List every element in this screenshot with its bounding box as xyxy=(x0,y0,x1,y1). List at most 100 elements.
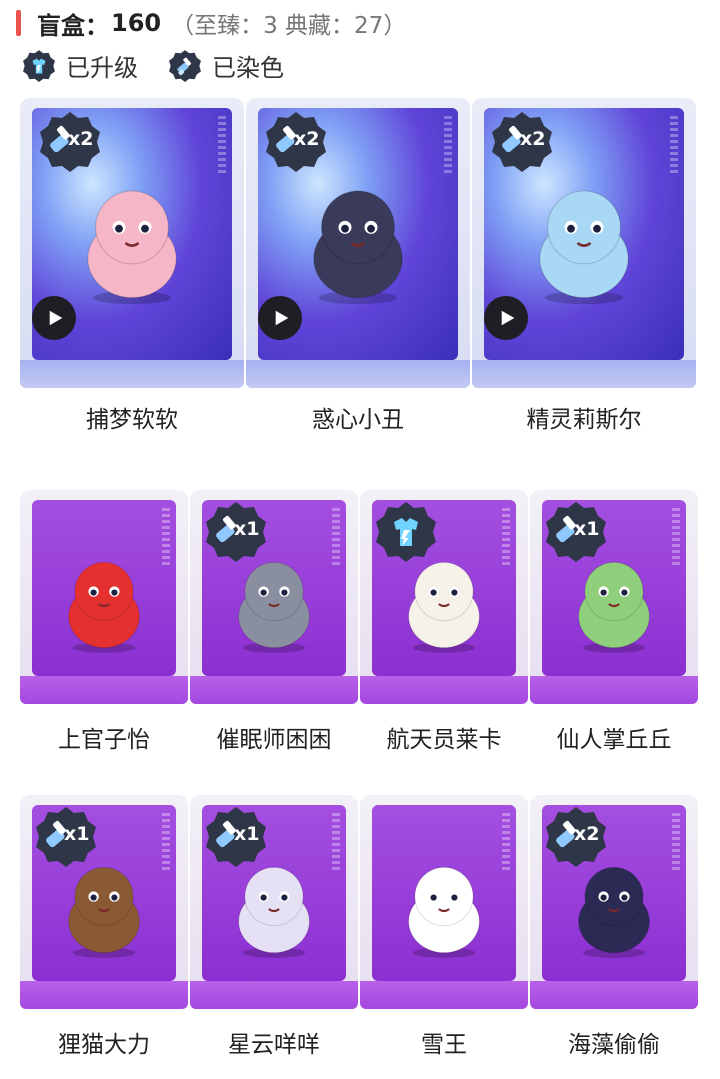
character-figure xyxy=(519,178,649,308)
character-figure xyxy=(222,552,326,656)
character-figure-art xyxy=(238,866,310,958)
case-side-label xyxy=(502,508,510,568)
play-button[interactable] xyxy=(258,296,302,340)
play-icon xyxy=(501,310,515,326)
character-figure xyxy=(392,552,496,656)
play-icon xyxy=(49,310,63,326)
badge-legend: 已升级 已染色 xyxy=(22,48,314,83)
character-name: 海藻偷偷 xyxy=(568,1032,660,1058)
collection-card[interactable] xyxy=(360,490,528,704)
collection-card[interactable]: x2 xyxy=(530,795,698,1009)
case-floor xyxy=(20,360,244,388)
collection-card[interactable]: x1 xyxy=(190,795,358,1009)
character-figure-art xyxy=(87,190,177,305)
character-figure-art xyxy=(539,190,629,305)
blind-box-label: 盲盒： xyxy=(37,11,109,40)
case-floor xyxy=(472,360,696,388)
play-icon xyxy=(275,310,289,326)
badge-quantity: x1 xyxy=(64,823,90,845)
case-floor xyxy=(360,981,528,1009)
case-side-label xyxy=(670,116,678,176)
character-figure-art xyxy=(408,561,480,653)
character-figure xyxy=(222,857,326,961)
character-figure xyxy=(52,857,156,961)
case-floor xyxy=(20,676,188,704)
legend-dyed: 已染色 xyxy=(168,48,284,83)
dyed-badge: x2 xyxy=(544,805,608,869)
character-name: 催眠师困困 xyxy=(216,727,332,753)
badge-quantity: x2 xyxy=(520,128,546,150)
dyed-badge: x1 xyxy=(204,500,268,564)
legend-upgraded-label: 已升级 xyxy=(66,54,138,82)
character-name: 惑心小丑 xyxy=(312,407,404,433)
case-floor xyxy=(530,981,698,1009)
case-floor xyxy=(190,676,358,704)
dyed-badge: x1 xyxy=(544,500,608,564)
badge-quantity: x1 xyxy=(234,823,260,845)
case-side-label xyxy=(218,116,226,176)
character-figure-art xyxy=(68,866,140,958)
character-figure-art xyxy=(578,866,650,958)
collection-card[interactable]: x2 xyxy=(472,98,696,388)
character-figure xyxy=(562,552,666,656)
header-accent-bar xyxy=(16,10,21,36)
character-figure-art xyxy=(408,866,480,958)
blind-box-count: 160 xyxy=(111,9,162,37)
case-side-label xyxy=(332,508,340,568)
badge-quantity: x1 xyxy=(574,518,600,540)
character-figure-art xyxy=(578,561,650,653)
upgraded-badge-icon xyxy=(376,502,436,562)
collection-card[interactable] xyxy=(360,795,528,1009)
case-floor xyxy=(360,676,528,704)
case-side-label xyxy=(444,116,452,176)
badge-quantity: x2 xyxy=(294,128,320,150)
character-name: 精灵莉斯尔 xyxy=(526,407,642,433)
case-side-label xyxy=(332,813,340,873)
badge-quantity: x1 xyxy=(234,518,260,540)
character-name: 航天员莱卡 xyxy=(386,727,502,753)
collection-card[interactable]: x1 xyxy=(530,490,698,704)
collection-card[interactable] xyxy=(20,490,188,704)
case-side-label xyxy=(672,508,680,568)
collection-card[interactable]: x1 xyxy=(20,795,188,1009)
upgraded-badge xyxy=(374,500,438,564)
case-floor xyxy=(20,981,188,1009)
character-figure xyxy=(293,178,423,308)
case-side-label xyxy=(672,813,680,873)
case-side-label xyxy=(502,813,510,873)
play-button[interactable] xyxy=(32,296,76,340)
legend-upgraded: 已升级 xyxy=(22,48,138,83)
character-name: 捕梦软软 xyxy=(86,407,178,433)
character-figure-art xyxy=(313,190,403,305)
case-side-label xyxy=(162,508,170,568)
blind-box-breakdown: （至臻：3 典藏：27） xyxy=(171,13,407,39)
upgraded-badge-icon xyxy=(23,49,55,82)
dyed-badge: x2 xyxy=(490,110,554,174)
case-floor xyxy=(190,981,358,1009)
dyed-badge-icon xyxy=(169,49,201,82)
badge-quantity: x2 xyxy=(68,128,94,150)
dyed-badge: x1 xyxy=(204,805,268,869)
badge-quantity: x2 xyxy=(574,823,600,845)
character-figure xyxy=(392,857,496,961)
collection-card[interactable]: x1 xyxy=(190,490,358,704)
character-name: 星云咩咩 xyxy=(228,1032,320,1058)
dyed-badge: x2 xyxy=(38,110,102,174)
play-button[interactable] xyxy=(484,296,528,340)
collection-card[interactable]: x2 xyxy=(246,98,470,388)
character-figure-art xyxy=(238,561,310,653)
collection-header: 盲盒： 160 （至臻：3 典藏：27） xyxy=(16,6,406,40)
collection-card[interactable]: x2 xyxy=(20,98,244,388)
dyed-badge: x2 xyxy=(264,110,328,174)
character-figure-art xyxy=(68,561,140,653)
case-floor xyxy=(530,676,698,704)
case-floor xyxy=(246,360,470,388)
legend-dyed-label: 已染色 xyxy=(212,54,284,82)
character-name: 仙人掌丘丘 xyxy=(556,727,672,753)
character-name: 雪王 xyxy=(421,1032,467,1058)
character-name: 上官子怡 xyxy=(58,727,150,753)
dyed-badge: x1 xyxy=(34,805,98,869)
character-figure xyxy=(52,552,156,656)
character-figure xyxy=(562,857,666,961)
character-name: 狸猫大力 xyxy=(58,1032,150,1058)
